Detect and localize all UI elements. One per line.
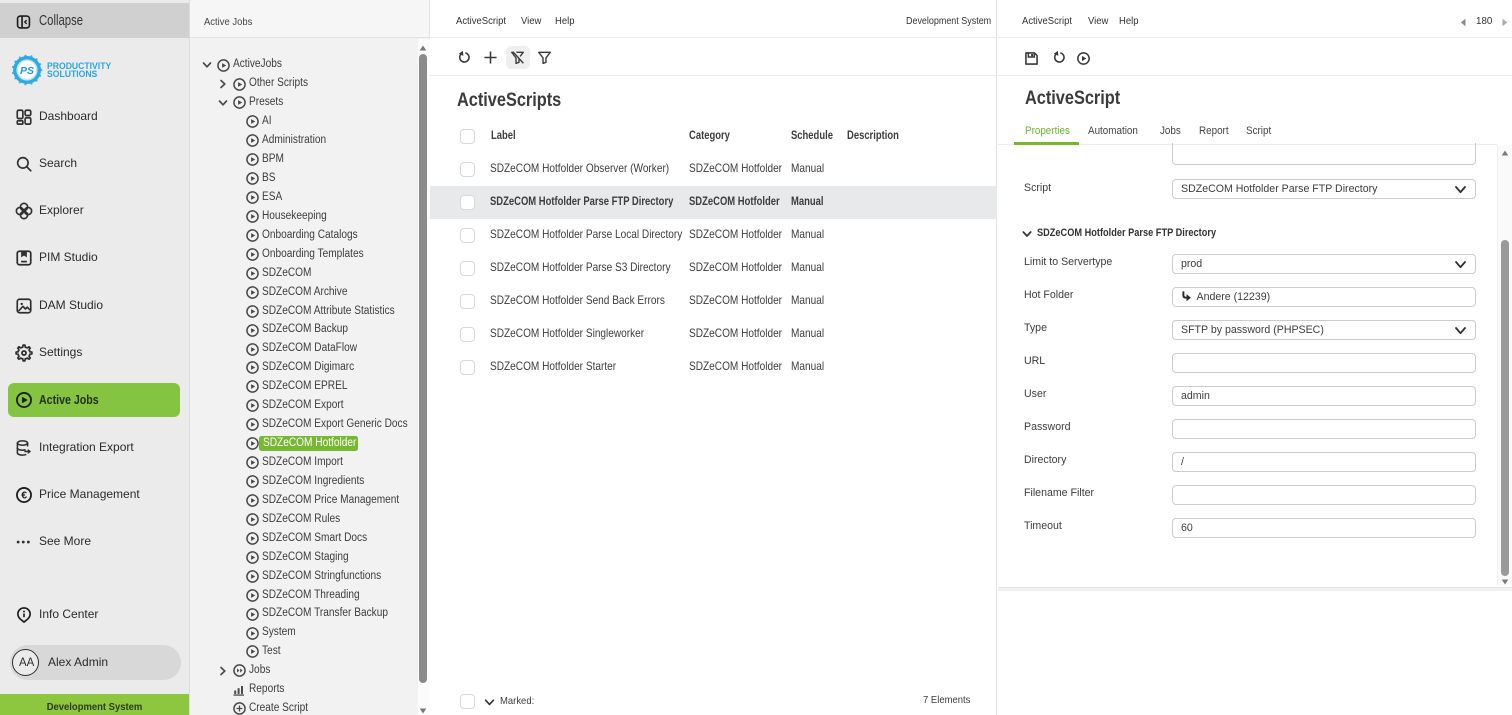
svg-text:PS: PS bbox=[20, 65, 34, 77]
svg-text:€: € bbox=[21, 490, 27, 502]
